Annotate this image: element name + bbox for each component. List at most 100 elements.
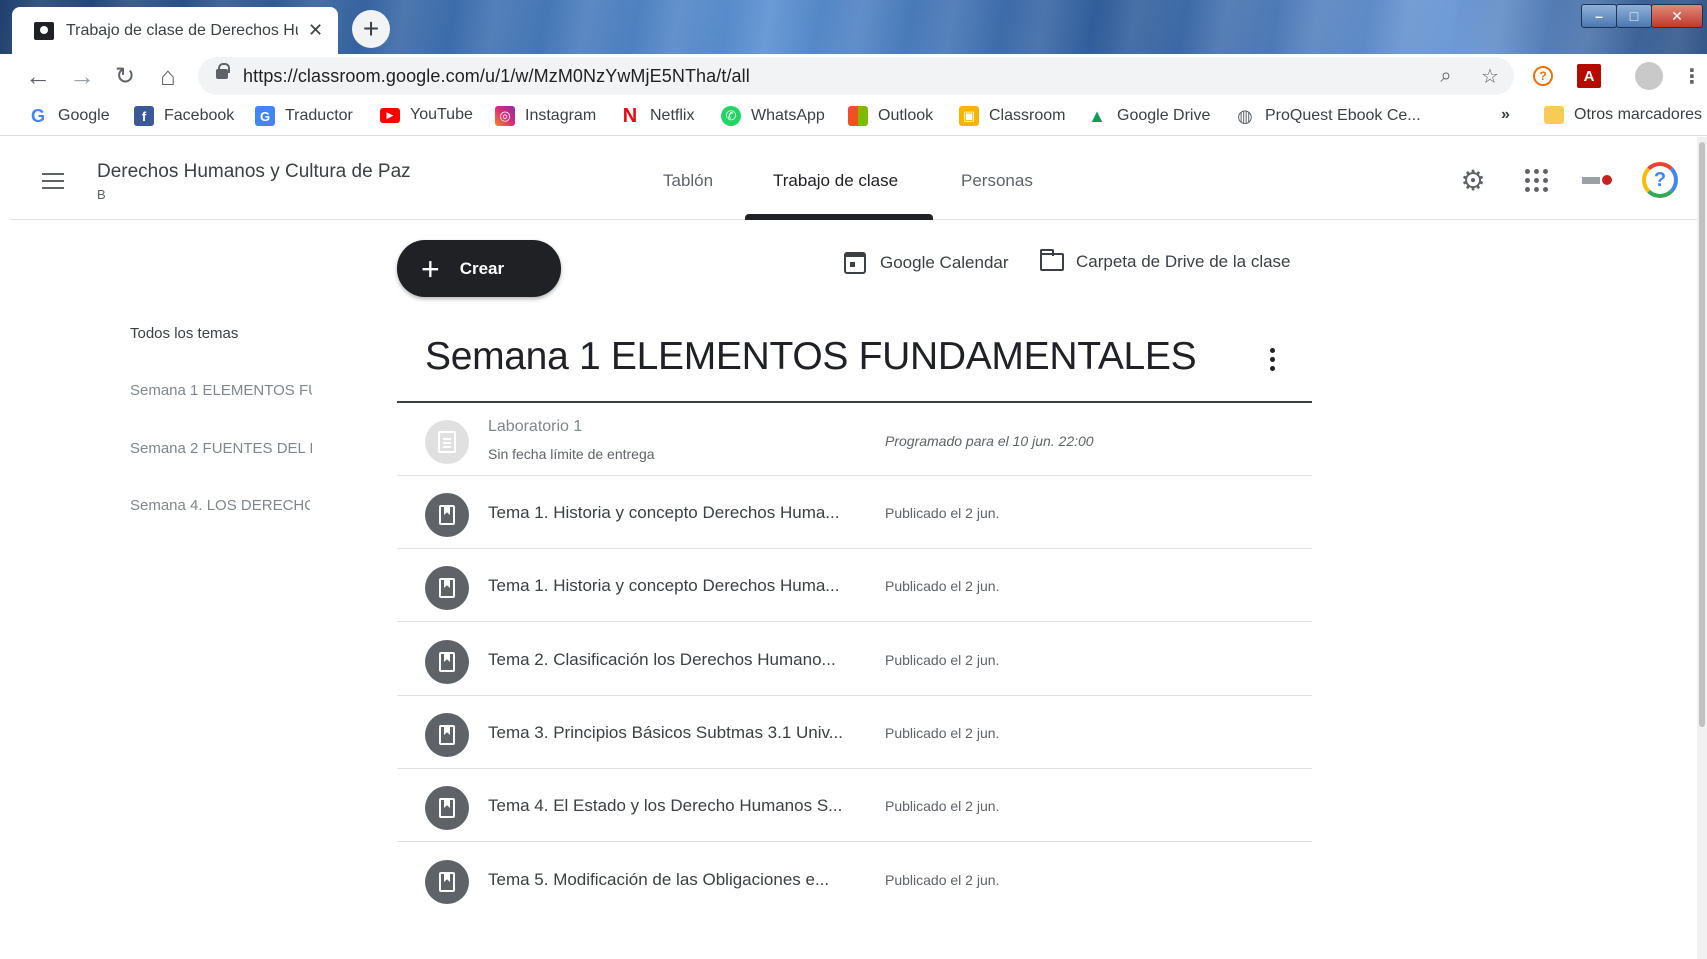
- tab-title: Trabajo de clase de Derechos Hu: [66, 21, 298, 39]
- extension-help-icon[interactable]: ?: [1533, 66, 1553, 86]
- bookmark-other-folder[interactable]: Otros marcadores: [1544, 106, 1702, 124]
- forward-icon[interactable]: →: [66, 60, 98, 92]
- help-icon[interactable]: ?: [1640, 160, 1680, 200]
- url-text[interactable]: https://classroom.google.com/u/1/w/MzM0N…: [243, 66, 750, 87]
- bookmark-star-icon[interactable]: ☆: [1477, 63, 1503, 89]
- create-button[interactable]: + Crear: [397, 240, 561, 297]
- reload-icon[interactable]: ↻: [109, 60, 141, 92]
- classroom-favicon-icon: [34, 21, 54, 40]
- tab-tablon[interactable]: Tablón: [663, 171, 713, 191]
- classroom-header: Derechos Humanos y Cultura de Paz B Tabl…: [10, 137, 1697, 220]
- settings-gear-icon[interactable]: ⚙: [1458, 165, 1488, 196]
- netflix-icon: N: [622, 104, 638, 127]
- zoom-icon[interactable]: ⌕: [1433, 63, 1459, 89]
- topic-semana-4[interactable]: Semana 4. LOS DERECHOS: [130, 497, 310, 514]
- bookmark-proquest[interactable]: ◍ ProQuest Ebook Ce...: [1235, 106, 1421, 126]
- bookmark-google-drive[interactable]: ▲ Google Drive: [1087, 106, 1210, 126]
- drive-icon: ▲: [1088, 105, 1106, 126]
- classroom-icon: ▣: [959, 106, 979, 126]
- bookmark-netflix[interactable]: N Netflix: [620, 104, 695, 127]
- material-icon: [425, 566, 469, 610]
- new-tab-button[interactable]: +: [352, 10, 390, 48]
- close-window-button[interactable]: ✕: [1651, 4, 1703, 28]
- browser-tab[interactable]: Trabajo de clase de Derechos Hu ✕: [12, 7, 338, 54]
- tab-personas[interactable]: Personas: [961, 171, 1033, 191]
- browser-toolbar: ← → ↻ ⌂ https://classroom.google.com/u/1…: [0, 54, 1707, 98]
- maximize-window-button[interactable]: □: [1616, 4, 1652, 28]
- bookmark-facebook[interactable]: f Facebook: [134, 106, 234, 126]
- item-date: Publicado el 2 jun.: [885, 872, 1000, 888]
- bookmark-classroom[interactable]: ▣ Classroom: [959, 106, 1065, 126]
- item-title: Tema 5. Modificación de las Obligaciones…: [488, 870, 830, 889]
- plus-icon: +: [421, 250, 440, 287]
- drive-folder-link[interactable]: Carpeta de Drive de la clase: [1040, 249, 1291, 272]
- create-button-label: Crear: [459, 258, 505, 278]
- address-bar[interactable]: https://classroom.google.com/u/1/w/MzM0N…: [198, 57, 1514, 95]
- browser-title-bar: Trabajo de clase de Derechos Hu ✕ + – □ …: [0, 0, 1707, 54]
- item-date: Publicado el 2 jun.: [885, 725, 1000, 741]
- class-title[interactable]: Derechos Humanos y Cultura de Paz: [97, 161, 411, 183]
- bookmark-instagram[interactable]: ◎ Instagram: [495, 106, 596, 126]
- topic-semana-2[interactable]: Semana 2 FUENTES DEL DERECHO: [130, 440, 312, 457]
- classwork-item[interactable]: Tema 1. Historia y concepto Derechos Hum…: [397, 476, 1312, 549]
- globe-icon: ◍: [1237, 105, 1253, 126]
- account-logo[interactable]: [1578, 165, 1618, 195]
- classwork-item[interactable]: Laboratorio 1 Sin fecha límite de entreg…: [397, 403, 1312, 476]
- topic-all[interactable]: Todos los temas: [130, 325, 310, 342]
- section-more-icon[interactable]: [1270, 348, 1276, 375]
- bookmark-youtube[interactable]: ▶ YouTube: [380, 106, 473, 124]
- home-icon[interactable]: ⌂: [152, 60, 184, 92]
- item-subtitle: Sin fecha límite de entrega: [488, 446, 655, 462]
- menu-icon[interactable]: [42, 173, 64, 189]
- classwork-item[interactable]: Tema 4. El Estado y los Derecho Humanos …: [397, 769, 1312, 842]
- minimize-window-button[interactable]: –: [1581, 4, 1617, 28]
- folder-icon: [1544, 106, 1564, 124]
- item-date: Publicado el 2 jun.: [885, 505, 1000, 521]
- profile-avatar[interactable]: [1635, 62, 1663, 90]
- tab-trabajo-de-clase[interactable]: Trabajo de clase: [773, 171, 898, 191]
- classwork-item[interactable]: Tema 2. Clasificación los Derechos Human…: [397, 623, 1312, 696]
- item-title: Laboratorio 1: [488, 418, 583, 435]
- scrollbar-thumb[interactable]: [1699, 142, 1705, 727]
- material-icon: [425, 786, 469, 830]
- bookmark-traductor[interactable]: G Traductor: [255, 106, 353, 126]
- whatsapp-icon: ✆: [721, 106, 741, 126]
- back-icon[interactable]: ←: [22, 60, 54, 92]
- facebook-icon: f: [134, 106, 154, 126]
- bookmarks-bar: G Google f Facebook G Traductor ▶ YouTube ◎ I…: [0, 98, 1707, 136]
- item-date: Publicado el 2 jun.: [885, 798, 1000, 814]
- material-icon: [425, 713, 469, 757]
- topic-semana-1[interactable]: Semana 1 ELEMENTOS FUNDAMENTALES: [130, 382, 312, 399]
- classwork-item[interactable]: Tema 3. Principios Básicos Subtmas 3.1 U…: [397, 696, 1312, 769]
- material-icon: [425, 860, 469, 904]
- item-date: Publicado el 2 jun.: [885, 578, 1000, 594]
- item-title: Tema 1. Historia y concepto Derechos Hum…: [488, 576, 840, 595]
- assignment-icon: [425, 420, 469, 464]
- tab-close-icon[interactable]: ✕: [308, 20, 323, 41]
- page-scrollbar[interactable]: [1697, 137, 1707, 959]
- instagram-icon: ◎: [495, 106, 515, 126]
- section-title: Semana 1 ELEMENTOS FUNDAMENTALES: [425, 335, 1197, 378]
- calendar-icon: [844, 252, 866, 274]
- item-date: Programado para el 10 jun. 22:00: [885, 433, 1094, 449]
- material-icon: [425, 640, 469, 684]
- translate-icon: G: [255, 106, 275, 126]
- active-tab-indicator: [745, 214, 933, 220]
- apps-grid-icon[interactable]: [1521, 165, 1551, 195]
- item-title: Tema 3. Principios Básicos Subtmas 3.1 U…: [488, 723, 843, 742]
- bookmark-whatsapp[interactable]: ✆ WhatsApp: [721, 106, 825, 126]
- item-date: Publicado el 2 jun.: [885, 652, 1000, 668]
- material-icon: [425, 493, 469, 537]
- bookmark-outlook[interactable]: Outlook: [848, 106, 933, 126]
- browser-menu-icon[interactable]: ⋮: [1680, 64, 1704, 88]
- bookmark-google[interactable]: G Google: [28, 106, 110, 126]
- item-title: Tema 2. Clasificación los Derechos Human…: [488, 650, 836, 669]
- bookmarks-overflow-button[interactable]: »: [1501, 106, 1510, 124]
- lock-icon: [216, 63, 230, 79]
- item-title: Tema 1. Historia y concepto Derechos Hum…: [488, 503, 840, 522]
- classwork-item[interactable]: Tema 1. Historia y concepto Derechos Hum…: [397, 549, 1312, 622]
- folder-icon: [1040, 249, 1064, 271]
- google-calendar-link[interactable]: Google Calendar: [844, 252, 1009, 274]
- pdf-extension-icon[interactable]: A: [1577, 64, 1601, 88]
- classwork-item[interactable]: Tema 5. Modificación de las Obligaciones…: [397, 843, 1312, 916]
